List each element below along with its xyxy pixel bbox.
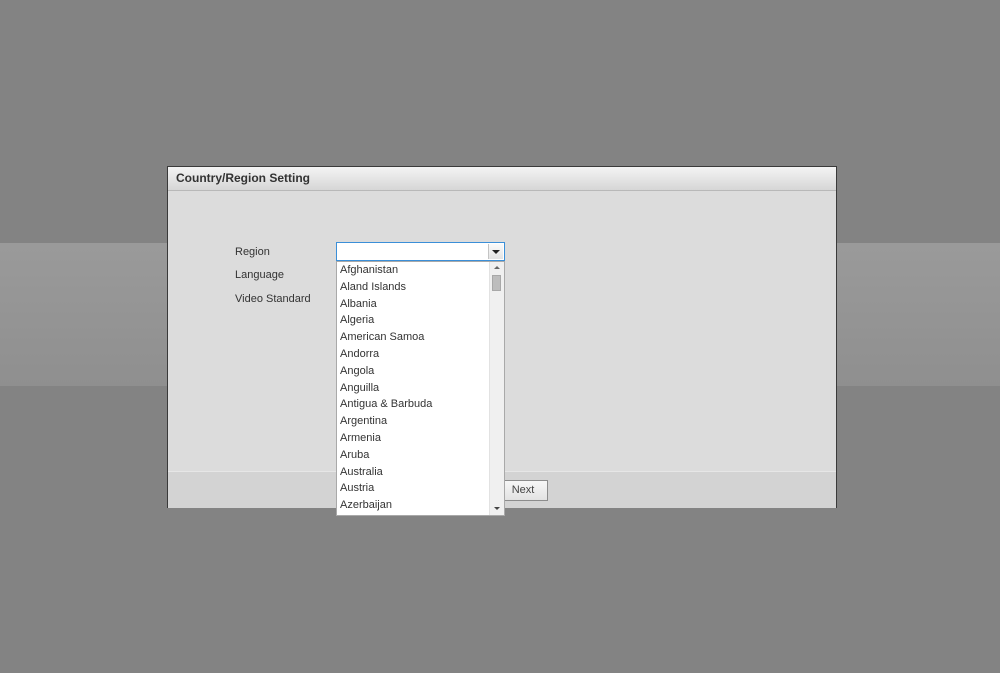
region-option[interactable]: Australia [337,464,490,481]
region-option[interactable]: Algeria [337,312,490,329]
video-standard-label: Video Standard [235,293,311,305]
region-option[interactable]: Anguilla [337,380,490,397]
region-option[interactable]: Austria [337,480,490,497]
chevron-down-icon[interactable] [488,244,503,259]
language-label: Language [235,269,284,281]
region-option[interactable]: Afghanistan [337,262,490,279]
region-dropdown-list[interactable]: Afghanistan Aland Islands Albania Algeri… [336,261,505,516]
region-option[interactable]: American Samoa [337,329,490,346]
scroll-up-arrow-icon[interactable] [490,262,504,274]
region-label: Region [235,246,270,258]
region-option[interactable]: Albania [337,296,490,313]
dialog-title: Country/Region Setting [168,167,836,191]
region-option[interactable]: Argentina [337,413,490,430]
scroll-down-arrow-icon[interactable] [490,503,504,515]
next-button[interactable]: Next [498,480,548,501]
region-option[interactable]: Aruba [337,447,490,464]
region-option[interactable]: Andorra [337,346,490,363]
region-option[interactable]: Antigua & Barbuda [337,396,490,413]
dropdown-scrollbar[interactable] [489,262,504,515]
region-option[interactable]: Aland Islands [337,279,490,296]
region-option[interactable]: Azerbaijan [337,497,490,514]
region-option[interactable]: Angola [337,363,490,380]
region-options: Afghanistan Aland Islands Albania Algeri… [337,262,490,514]
region-option[interactable]: Armenia [337,430,490,447]
scrollbar-thumb[interactable] [492,275,501,291]
region-select[interactable] [336,242,505,261]
